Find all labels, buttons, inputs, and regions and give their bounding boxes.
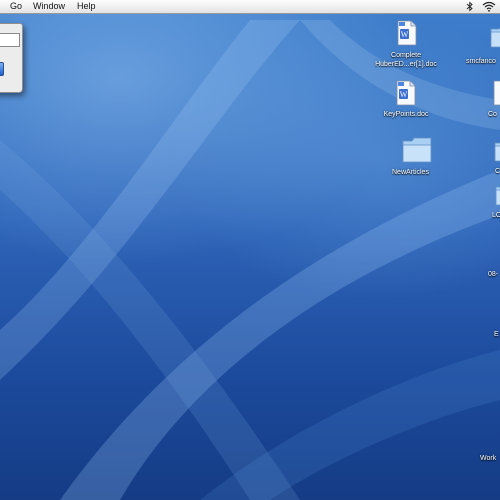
- desktop-item-label: KeyPoints.doc: [383, 111, 429, 118]
- desktop-item-label: C: [495, 168, 500, 175]
- bluetooth-icon[interactable]: [466, 1, 474, 12]
- folder-icon: [495, 186, 500, 206]
- partial-window[interactable]: [0, 23, 23, 93]
- desktop-item-smcfanco[interactable]: smcfanco: [462, 22, 500, 68]
- desktop-item-label: Co: [488, 111, 497, 118]
- window-text-field[interactable]: [0, 33, 20, 47]
- desktop-item-label: E: [494, 331, 499, 338]
- desktop-item-label: Complete: [391, 52, 421, 59]
- desktop-item-lo[interactable]: LO: [488, 180, 500, 222]
- menu-window[interactable]: Window: [32, 0, 66, 13]
- word-document-icon: W: [396, 80, 416, 106]
- folder-icon: [402, 137, 432, 163]
- menu-help[interactable]: Help: [76, 0, 97, 13]
- svg-text:W: W: [400, 90, 408, 99]
- desktop-item-label: LO: [492, 212, 500, 219]
- desktop-item-newarticles[interactable]: NewArticles: [386, 134, 446, 178]
- svg-text:W: W: [401, 30, 409, 39]
- word-document-icon: W: [397, 20, 417, 46]
- folder-icon: [490, 27, 500, 48]
- window-default-button[interactable]: [0, 62, 4, 76]
- desktop-item-keypoints-doc[interactable]: W KeyPoints.doc: [376, 78, 436, 120]
- desktop-item-label: Work: [480, 455, 497, 462]
- desktop-item-label: NewArticles: [392, 169, 429, 176]
- desktop-item-label-line2: HuberED...er[1].doc: [375, 61, 437, 68]
- desktop-item-label: smcfanco: [466, 58, 496, 65]
- menu-go[interactable]: Go: [9, 0, 23, 13]
- desktop-item-e[interactable]: E: [492, 328, 500, 340]
- menu-bar: Go Window Help: [0, 0, 500, 14]
- desktop-item-work[interactable]: Work: [478, 452, 500, 464]
- desktop-item-co[interactable]: Co: [486, 78, 500, 120]
- document-icon: [493, 80, 500, 106]
- desktop-item-label: 08-: [488, 271, 499, 278]
- desktop-item-complete-hubered-doc[interactable]: W Complete HuberED...er[1].doc: [366, 18, 446, 76]
- desktop-item-08[interactable]: 08-: [486, 268, 500, 280]
- desktop-item-c[interactable]: C: [490, 136, 500, 178]
- folder-icon: [494, 142, 500, 162]
- wifi-icon[interactable]: [482, 1, 496, 12]
